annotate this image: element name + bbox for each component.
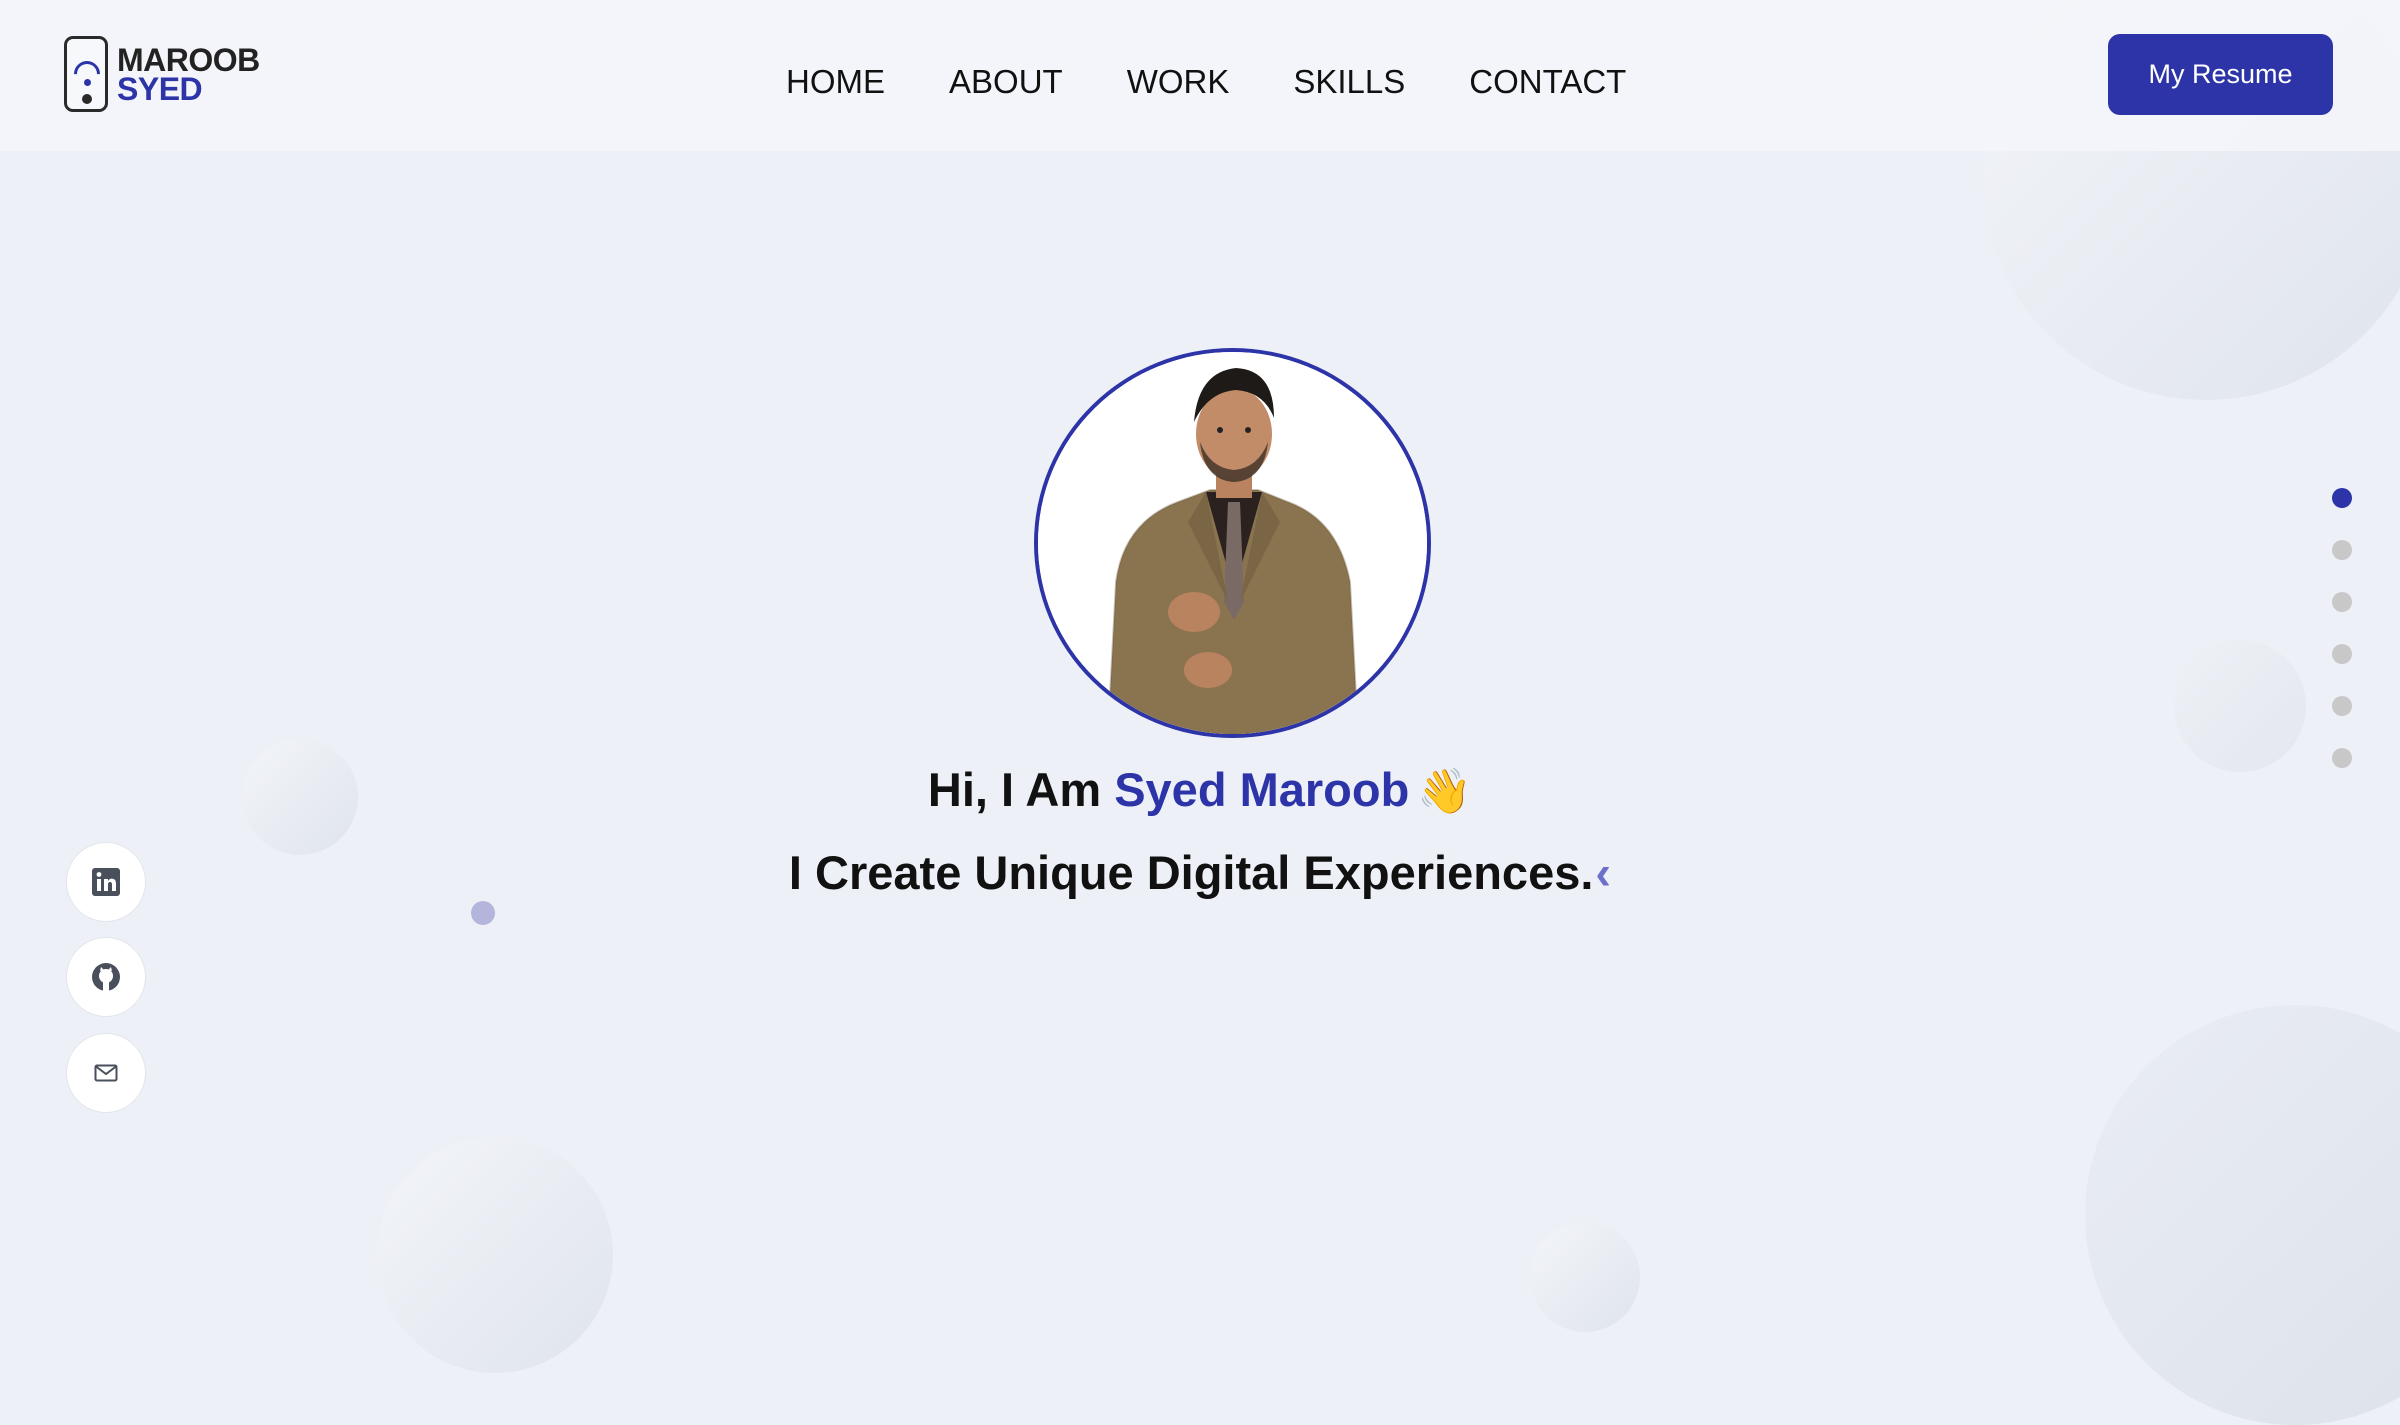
section-pager [2332, 488, 2352, 800]
section-dot-3[interactable] [2332, 592, 2352, 612]
waving-hand-icon: 👋 [1417, 767, 1473, 816]
resume-button[interactable]: My Resume [2108, 34, 2333, 115]
github-icon [92, 963, 120, 991]
mail-icon [94, 1064, 118, 1082]
logo-text: MAROOB SYED [117, 44, 260, 107]
background-bubble [377, 1137, 613, 1373]
profile-photo [1034, 348, 1431, 738]
greeting-prefix: Hi, I Am [927, 763, 1115, 816]
typing-cursor: ‹ [1595, 846, 1612, 899]
nav-contact[interactable]: CONTACT [1469, 63, 1626, 101]
main-nav: HOME ABOUT WORK SKILLS CONTACT [786, 63, 1626, 101]
background-dot [471, 901, 495, 925]
site-header: MAROOB SYED HOME ABOUT WORK SKILLS CONTA… [0, 0, 2400, 151]
site-logo[interactable]: MAROOB SYED [64, 36, 260, 112]
nav-skills[interactable]: SKILLS [1293, 63, 1405, 101]
nav-about[interactable]: ABOUT [949, 63, 1063, 101]
background-bubble [1530, 1222, 1640, 1332]
greeting-name: Syed Maroob [1114, 763, 1410, 816]
section-dot-6[interactable] [2332, 748, 2352, 768]
linkedin-icon [92, 868, 120, 896]
nav-home[interactable]: HOME [786, 63, 885, 101]
section-dot-4[interactable] [2332, 644, 2352, 664]
background-bubble [2085, 1005, 2400, 1425]
tagline-text: I Create Unique Digital Experiences. [788, 846, 1594, 899]
section-dot-1[interactable] [2332, 488, 2352, 508]
logo-line-2: SYED [117, 71, 203, 107]
section-dot-2[interactable] [2332, 540, 2352, 560]
section-dot-5[interactable] [2332, 696, 2352, 716]
hero-tagline: I Create Unique Digital Experiences.‹ [0, 845, 2400, 900]
phone-icon [64, 36, 108, 112]
linkedin-link[interactable] [66, 842, 146, 922]
hero-greeting: Hi, I Am Syed Maroob 👋 [0, 762, 2400, 817]
email-link[interactable] [66, 1033, 146, 1113]
github-link[interactable] [66, 937, 146, 1017]
nav-work[interactable]: WORK [1127, 63, 1230, 101]
background-bubble [2174, 640, 2306, 772]
